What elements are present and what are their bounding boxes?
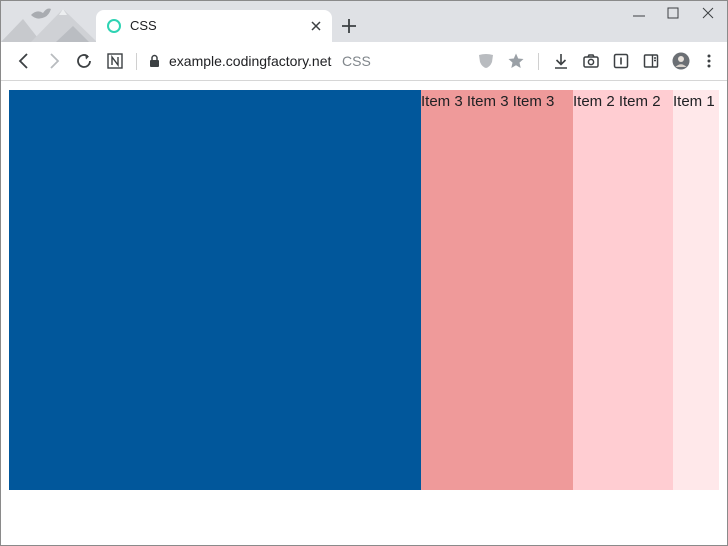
theme-mountain-art [1, 8, 97, 42]
back-icon[interactable] [15, 52, 33, 70]
profile-avatar[interactable] [672, 52, 690, 70]
reload-icon[interactable] [75, 52, 93, 70]
tab-title: CSS [130, 18, 157, 33]
new-tab-plus-icon[interactable] [340, 17, 358, 35]
flex-item-4 [9, 90, 421, 490]
forward-icon[interactable] [45, 52, 63, 70]
browser-window: CSS example.codingfactory.net CSS Item 1… [0, 0, 728, 546]
flex-item-3: Item 3 Item 3 Item 3 [421, 90, 573, 490]
browser-toolbar: example.codingfactory.net CSS [1, 42, 727, 81]
address-separator [136, 53, 137, 70]
toolbar-separator [538, 53, 539, 70]
tab-css[interactable]: CSS [96, 10, 332, 42]
close-icon[interactable] [308, 18, 324, 34]
sidebar-icon[interactable] [642, 52, 660, 70]
page-content: Item 1 Item 2 Item 2 Item 3 Item 3 Item … [1, 82, 727, 545]
download-icon[interactable] [552, 52, 570, 70]
url-host[interactable]: example.codingfactory.net [169, 53, 331, 69]
flex-item-1: Item 1 [673, 90, 719, 490]
flex-item-2: Item 2 Item 2 [573, 90, 673, 490]
notion-icon[interactable] [106, 52, 124, 70]
maximize-icon[interactable] [664, 6, 682, 20]
menu-icon[interactable] [700, 52, 718, 70]
url-page-title[interactable]: CSS [342, 53, 371, 69]
circle-favicon-icon [107, 19, 121, 33]
flex-container: Item 1 Item 2 Item 2 Item 3 Item 3 Item … [9, 90, 719, 490]
tab-strip: CSS [1, 1, 727, 42]
star-icon[interactable] [507, 52, 525, 70]
camera-icon[interactable] [582, 52, 600, 70]
lock-icon[interactable] [149, 54, 160, 68]
reader-icon[interactable] [612, 52, 630, 70]
window-close-icon[interactable] [699, 6, 717, 20]
shield-icon[interactable] [477, 52, 495, 70]
minimize-icon[interactable] [630, 6, 648, 20]
